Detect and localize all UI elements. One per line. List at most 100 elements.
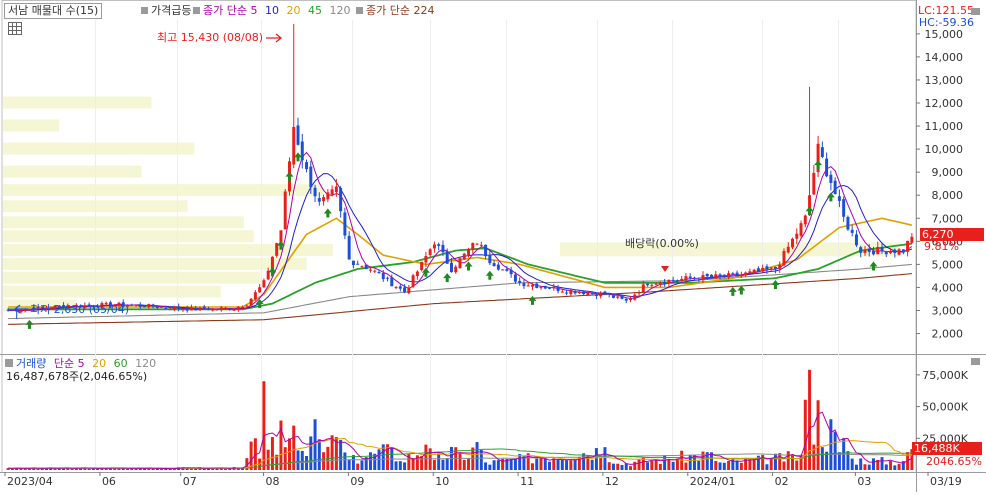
candle-body (253, 292, 257, 300)
volume-bar (880, 457, 884, 470)
volume-legend[interactable]: 거래량 단순 5 20 60 120 (16, 357, 156, 370)
volume-bar (684, 462, 688, 470)
buy-signal-arrow (443, 273, 452, 283)
candle-body (488, 254, 492, 264)
dividend-annotation: 배당락(0.00%) (625, 237, 699, 250)
candle-body (403, 287, 407, 293)
candle-body (394, 287, 398, 289)
candle-body (901, 249, 905, 253)
ma-legend[interactable]: 종가 단순 5 10 20 45 120 (193, 4, 350, 17)
volume-bar (441, 459, 445, 470)
period-low-annotation: 최저 2,630 (05/04) (30, 303, 130, 316)
volume-bar (202, 468, 206, 470)
volume-bar (266, 449, 270, 470)
candle-body (603, 291, 607, 295)
candle-body (633, 294, 637, 300)
candle-body (496, 264, 500, 270)
candle-body (675, 280, 679, 282)
volume-profile-row (3, 216, 244, 229)
x-tick-label: 03 (857, 475, 871, 488)
buy-signal-arrow (737, 285, 746, 295)
volume-pane-icon[interactable] (5, 359, 13, 367)
volume-profile-row (3, 285, 221, 298)
volume-bar (552, 458, 556, 470)
candle-body (837, 196, 841, 201)
candle-body (296, 125, 300, 145)
volume-bar (752, 458, 756, 470)
candle-body (658, 282, 662, 285)
vol-ma5-label: 5 (77, 357, 85, 370)
candle-body (189, 307, 193, 311)
grid-toggle-icon[interactable] (8, 22, 22, 35)
volume-bar (884, 464, 888, 470)
candle-body (130, 304, 134, 306)
candle-body (859, 247, 863, 253)
volume-bar (479, 450, 483, 470)
volume-value-readout: 16,487,678주(2,046.65%) (6, 370, 148, 383)
candle-body (283, 191, 287, 230)
volume-bar (727, 461, 731, 470)
volume-bar (164, 468, 168, 470)
candle-body (330, 189, 334, 195)
candle-body (530, 284, 534, 287)
candle-body (475, 243, 479, 245)
candle-body (386, 277, 390, 279)
candle-body (906, 240, 910, 252)
candle-body (155, 306, 159, 308)
volume-y-tick-label: 50,000K (922, 401, 968, 414)
candle-body (688, 276, 692, 279)
candle-body (786, 246, 790, 253)
legend-swatch (193, 7, 200, 14)
candle-body (424, 256, 428, 263)
volume-bar (194, 468, 198, 470)
volume-profile-row (3, 119, 60, 132)
volume-bar (893, 465, 897, 470)
current-change-label: 9.81% (924, 240, 959, 253)
volume-bar (654, 459, 658, 470)
candle-body (377, 272, 381, 274)
candle-body (258, 287, 262, 293)
stock-legend[interactable]: 서남 매물대 수(15) (4, 3, 103, 19)
candle-body (347, 235, 351, 260)
x-tick-label: 2024/01 (690, 475, 736, 488)
volume-bar (339, 439, 343, 470)
candle-body (722, 274, 726, 277)
volume-bar (812, 444, 816, 470)
legend-swatch (141, 7, 148, 14)
candle-body (692, 277, 696, 279)
volume-bar (859, 458, 863, 470)
candle-body (629, 298, 633, 300)
buy-signal-arrow (869, 261, 878, 271)
candle-body (680, 278, 684, 281)
candle-body (624, 298, 628, 301)
high-marker-arrow (266, 33, 283, 43)
volume-bar (616, 463, 620, 470)
candle-body (23, 309, 27, 312)
candle-body (641, 284, 645, 293)
candle-body (471, 242, 475, 250)
candle-body (825, 158, 829, 177)
pane-menu-icon[interactable] (971, 8, 980, 15)
volume-bar (343, 452, 347, 470)
ma224-legend[interactable]: 종가 단순 224 (356, 4, 434, 17)
candle-body (164, 307, 168, 309)
candle-body (791, 238, 794, 248)
volume-bar (791, 454, 794, 470)
x-tick-label: 03/19 (930, 475, 962, 488)
y-tick-label: 3,000 (932, 305, 964, 318)
volume-bar (530, 463, 534, 470)
candle-body (168, 309, 172, 311)
x-tick-label: 09 (350, 475, 364, 488)
volume-bar (594, 448, 598, 470)
candle-body (569, 290, 573, 295)
y-tick-label: 7,000 (932, 212, 964, 225)
candle-body (202, 306, 206, 310)
candle-body (667, 279, 671, 284)
volume-label: 거래량 (16, 357, 47, 370)
price-surge-legend[interactable]: 가격급등 (141, 4, 191, 17)
volume-pane-menu-icon[interactable] (971, 358, 980, 365)
candle-body (415, 271, 419, 277)
volume-bar (714, 461, 718, 470)
candle-body (432, 244, 436, 249)
volume-bar (309, 436, 313, 470)
